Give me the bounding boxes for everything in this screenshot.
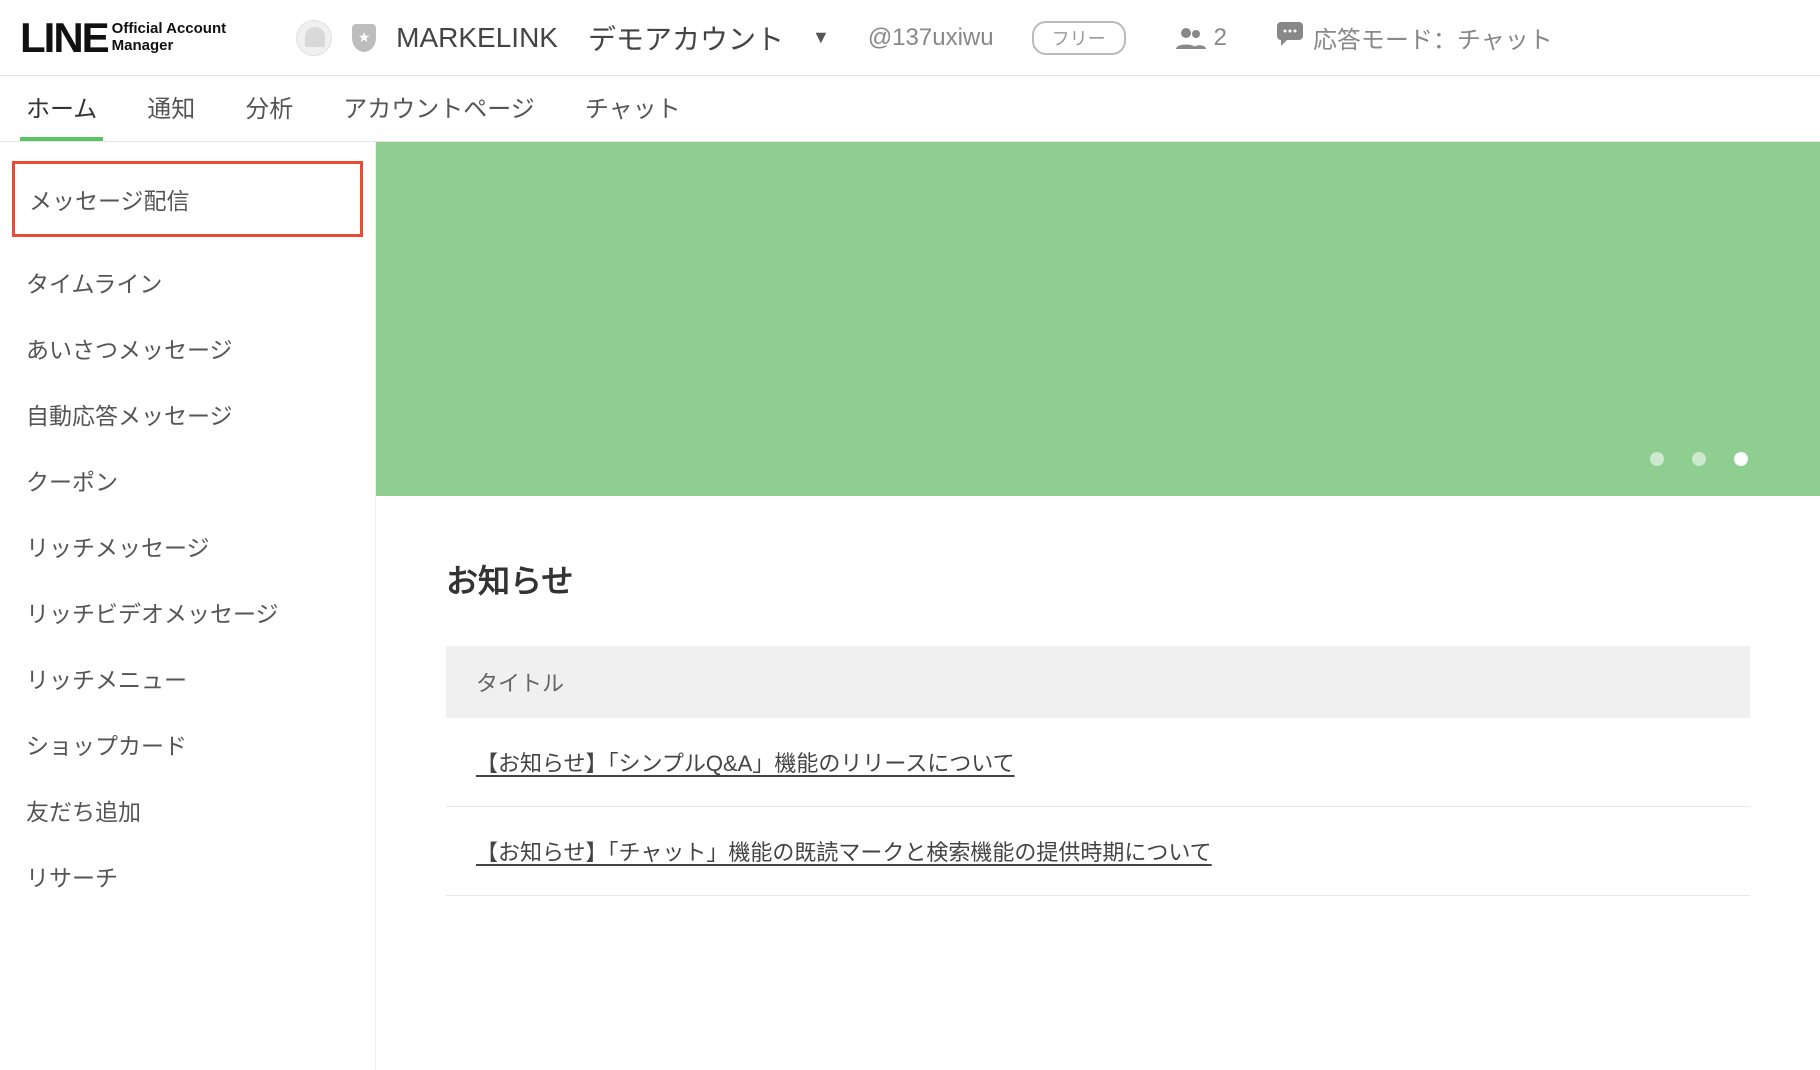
logo[interactable]: LINE Official Account Manager <box>20 14 226 62</box>
main-content: お知らせ タイトル 【お知らせ】「シンプルQ&A」機能のリリースについて 【お知… <box>376 142 1820 1070</box>
sidebar-item-auto-reply[interactable]: 自動応答メッセージ <box>0 381 375 447</box>
sidebar-item-timeline[interactable]: タイムライン <box>0 249 375 315</box>
logo-secondary: Official Account Manager <box>112 21 226 54</box>
banner-dot-3[interactable] <box>1734 452 1748 466</box>
body: メッセージ配信 タイムライン あいさつメッセージ 自動応答メッセージ クーポン … <box>0 142 1820 1070</box>
main-tabs: ホーム 通知 分析 アカウントページ チャット <box>0 76 1820 142</box>
news-column-header: タイトル <box>446 646 1750 718</box>
chat-bubble-icon <box>1277 22 1303 53</box>
account-sub[interactable]: デモアカウント <box>588 18 784 58</box>
sidebar-item-rich-video[interactable]: リッチビデオメッセージ <box>0 579 375 645</box>
logo-primary: LINE <box>20 14 108 62</box>
verified-shield-icon: ★ <box>352 24 376 52</box>
top-header: LINE Official Account Manager ★ MARKELIN… <box>0 0 1820 76</box>
sidebar-item-add-friends[interactable]: 友だち追加 <box>0 777 375 843</box>
tab-analytics[interactable]: 分析 <box>239 76 299 141</box>
friends-icon <box>1176 27 1206 49</box>
news-link[interactable]: 【お知らせ】「チャット」機能の既読マークと検索機能の提供時期について <box>476 840 1212 865</box>
sidebar: メッセージ配信 タイムライン あいさつメッセージ 自動応答メッセージ クーポン … <box>0 142 376 1070</box>
friend-count[interactable]: 2 <box>1176 24 1227 52</box>
banner-pagination <box>1650 452 1748 466</box>
sidebar-item-greeting[interactable]: あいさつメッセージ <box>0 315 375 381</box>
tab-chat[interactable]: チャット <box>579 76 687 141</box>
sidebar-item-rich-menu[interactable]: リッチメニュー <box>0 645 375 711</box>
sidebar-item-coupon[interactable]: クーポン <box>0 447 375 513</box>
banner[interactable] <box>376 142 1820 496</box>
news-section: お知らせ タイトル 【お知らせ】「シンプルQ&A」機能のリリースについて 【お知… <box>376 496 1820 896</box>
chevron-down-icon[interactable]: ▼ <box>812 27 830 48</box>
sidebar-item-research[interactable]: リサーチ <box>0 843 375 909</box>
reply-mode-label: 応答モード：チャット <box>1313 20 1553 55</box>
tab-account-page[interactable]: アカウントページ <box>337 76 541 141</box>
sidebar-item-rich-message[interactable]: リッチメッセージ <box>0 513 375 579</box>
news-row[interactable]: 【お知らせ】「シンプルQ&A」機能のリリースについて <box>446 718 1750 807</box>
news-link[interactable]: 【お知らせ】「シンプルQ&A」機能のリリースについて <box>476 751 1015 776</box>
tab-notice[interactable]: 通知 <box>141 76 201 141</box>
avatar[interactable] <box>296 20 332 56</box>
banner-dot-1[interactable] <box>1650 452 1664 466</box>
news-title: お知らせ <box>446 556 1750 602</box>
reply-mode[interactable]: 応答モード：チャット <box>1277 20 1553 55</box>
news-row[interactable]: 【お知らせ】「チャット」機能の既読マークと検索機能の提供時期について <box>446 807 1750 896</box>
friend-count-value: 2 <box>1214 24 1227 52</box>
sidebar-item-shop-card[interactable]: ショップカード <box>0 711 375 777</box>
sidebar-item-broadcast[interactable]: メッセージ配信 <box>12 161 363 237</box>
tab-home[interactable]: ホーム <box>20 76 103 141</box>
account-id: @137uxiwu <box>868 24 994 52</box>
plan-badge: フリー <box>1032 21 1126 55</box>
account-name[interactable]: MARKELINK <box>396 22 558 54</box>
banner-dot-2[interactable] <box>1692 452 1706 466</box>
